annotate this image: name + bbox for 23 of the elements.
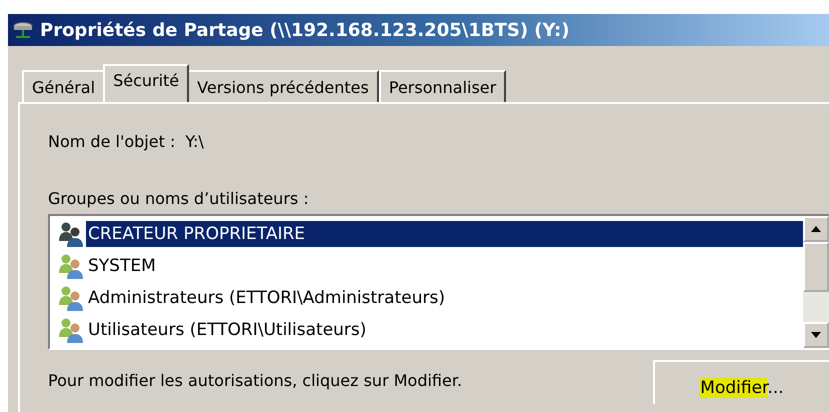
scroll-thumb[interactable] [803,242,829,292]
tab[interactable]: Sécurité [103,64,190,102]
tab[interactable]: Personnaliser [378,70,506,102]
down-arrow-icon [811,332,821,338]
object-name-value: Y:\ [185,132,204,151]
tab[interactable]: Versions précédentes [187,70,379,102]
list-item[interactable]: SYSTEM [58,250,803,282]
up-arrow-icon [811,226,821,232]
groups-label: Groupes ou noms d’utilisateurs : [48,189,310,208]
users-icon [58,285,84,311]
scroll-down-button[interactable] [803,322,829,348]
scroll-up-button[interactable] [803,216,829,242]
users-icon [58,253,84,279]
window-title: Propriétés de Partage (\\192.168.123.205\1BTS) (Y:) [40,20,570,40]
scrollbar[interactable] [803,216,829,348]
tab[interactable]: Général [22,70,106,102]
list-item[interactable]: Administrateurs (ETTORI\Administrateurs) [58,282,803,314]
users-icon [58,317,84,343]
network-drive-icon [12,20,34,40]
hint-text: Pour modifier les autorisations, cliquez sur Modifier. [48,371,462,390]
object-name-label: Nom de l'objet : [48,132,176,151]
users-icon [58,221,84,247]
list-item[interactable]: Utilisateurs (ETTORI\Utilisateurs) [58,314,803,346]
